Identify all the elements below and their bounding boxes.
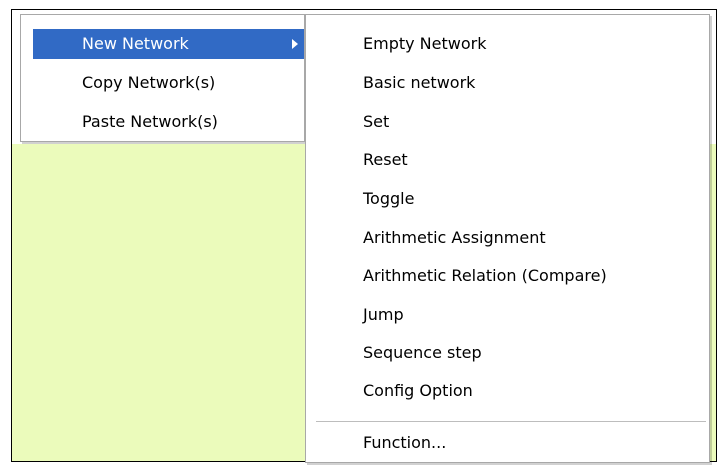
submenu-item-basic-network[interactable]: Basic network (306, 68, 709, 98)
submenu-item-label: Toggle (363, 189, 415, 208)
submenu-item-label: Basic network (363, 73, 476, 92)
submenu-item-label: Arithmetic Assignment (363, 228, 546, 247)
submenu-item-label: Empty Network (363, 34, 487, 53)
submenu-item-set[interactable]: Set (306, 107, 709, 137)
menu-item-paste-networks[interactable]: Paste Network(s) (33, 107, 304, 137)
submenu-item-label: Config Option (363, 381, 473, 400)
submenu-item-label: Jump (363, 305, 404, 324)
menu-item-copy-networks[interactable]: Copy Network(s) (33, 68, 304, 98)
submenu-item-label: Arithmetic Relation (Compare) (363, 266, 607, 285)
submenu-item-empty-network[interactable]: Empty Network (306, 29, 709, 59)
submenu-item-arithmetic-relation[interactable]: Arithmetic Relation (Compare) (306, 261, 709, 291)
submenu-item-label: Function... (363, 433, 447, 452)
submenu-item-sequence-step[interactable]: Sequence step (306, 338, 709, 368)
menu-separator (316, 421, 706, 423)
menu-item-label: Paste Network(s) (82, 112, 218, 131)
submenu-item-function[interactable]: Function... (306, 428, 709, 458)
menu-item-label: Copy Network(s) (82, 73, 216, 92)
menu-item-new-network[interactable]: New Network (33, 29, 304, 59)
menu-item-label: New Network (82, 34, 189, 53)
submenu-item-reset[interactable]: Reset (306, 145, 709, 175)
submenu-item-jump[interactable]: Jump (306, 300, 709, 330)
submenu-item-label: Sequence step (363, 343, 482, 362)
submenu-item-label: Reset (363, 150, 408, 169)
submenu-item-arithmetic-assignment[interactable]: Arithmetic Assignment (306, 223, 709, 253)
context-menu: New Network Copy Network(s) Paste Networ… (20, 14, 305, 142)
submenu-item-config-option[interactable]: Config Option (306, 376, 709, 406)
new-network-submenu: Empty Network Basic network Set Reset To… (305, 14, 710, 463)
submenu-item-toggle[interactable]: Toggle (306, 184, 709, 214)
submenu-item-label: Set (363, 112, 390, 131)
chevron-right-icon (292, 39, 298, 49)
